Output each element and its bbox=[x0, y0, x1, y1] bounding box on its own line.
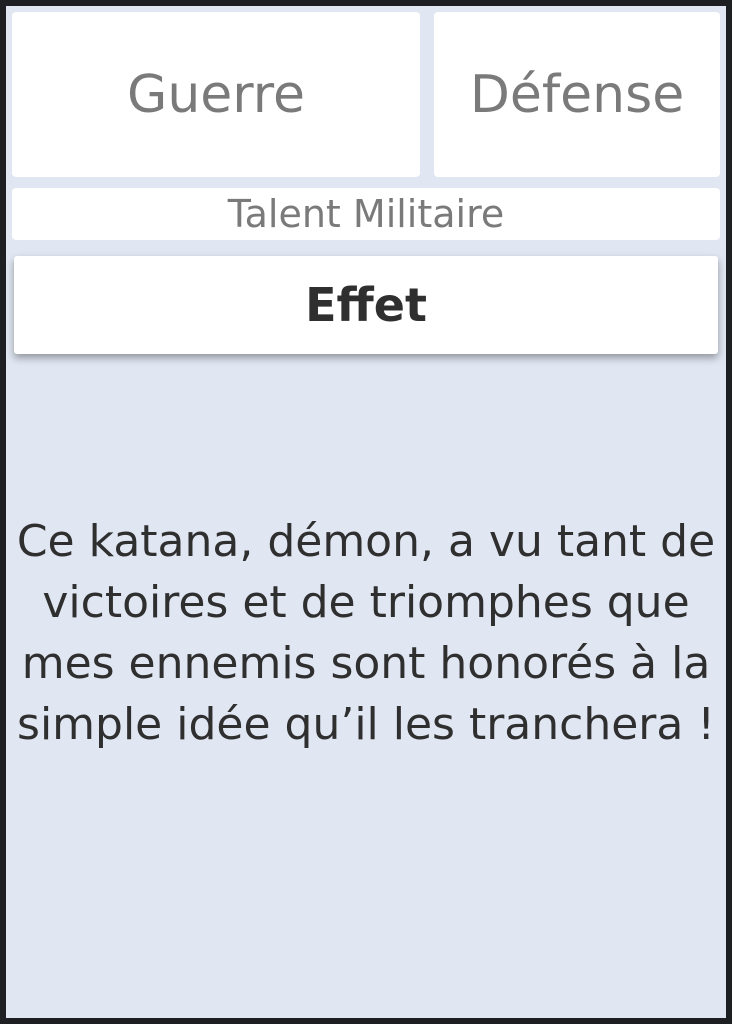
tab-defense[interactable]: Défense bbox=[434, 12, 720, 177]
effect-description: Ce katana, démon, a vu tant de victoires… bbox=[16, 516, 716, 750]
tab-guerre[interactable]: Guerre bbox=[12, 12, 420, 177]
category-label: Talent Militaire bbox=[227, 192, 505, 236]
effect-header: Effet bbox=[14, 256, 718, 354]
category-banner: Talent Militaire bbox=[12, 188, 720, 240]
effect-header-label: Effet bbox=[305, 278, 427, 332]
tab-defense-label: Défense bbox=[469, 64, 685, 125]
card-screen: Guerre Défense Talent Militaire Effet Ce… bbox=[6, 6, 726, 1018]
tab-guerre-label: Guerre bbox=[127, 64, 305, 125]
